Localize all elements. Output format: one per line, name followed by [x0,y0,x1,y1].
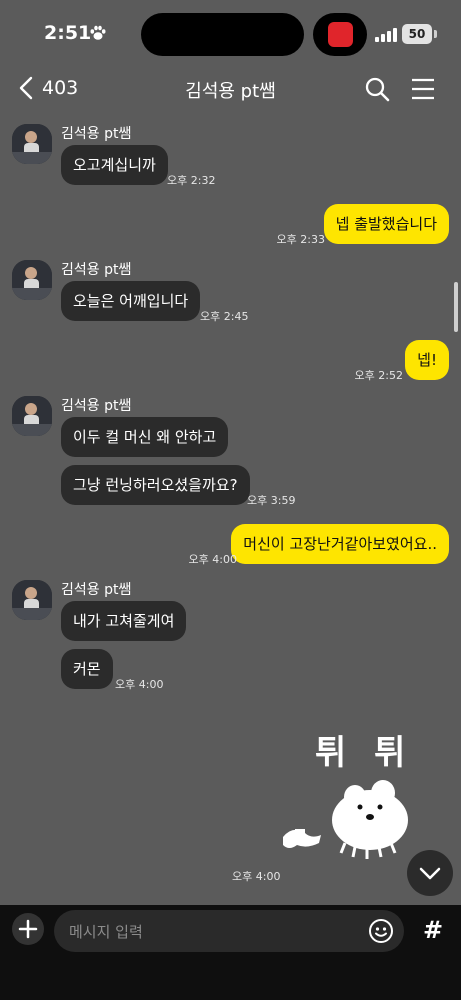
avatar-photo [12,580,52,620]
message-input-placeholder: 메시지 입력 [69,923,143,941]
message-timestamp: 오후 2:45 [200,310,249,323]
back-count[interactable]: 403 [42,77,78,99]
scrollbar[interactable] [454,282,458,332]
message-timestamp: 오후 4:00 [232,870,281,883]
sender-name: 김석용 pt쌤 [61,398,132,414]
avatar-photo [12,124,52,164]
message-bubble-incoming[interactable]: 오늘은 어깨입니다 [61,281,201,321]
emoji-icon[interactable] [368,918,394,944]
message-bubble-incoming[interactable]: 이두 컬 머신 왜 안하고 [61,417,229,457]
status-bar: 2:51 50 [0,0,461,68]
signal-icon [375,28,397,42]
message-bubble-incoming[interactable]: 내가 고쳐줄게여 [61,601,187,641]
sticker-message[interactable]: 튀 튀 [275,725,425,865]
plus-button[interactable] [12,913,44,945]
message-timestamp: 오후 3:59 [247,494,296,507]
search-icon[interactable] [364,76,390,102]
message-bubble-incoming[interactable]: 오고계십니까 [61,145,168,185]
status-time: 2:51 [44,22,92,44]
chevron-left-icon[interactable] [16,76,38,100]
screen-recording-indicator [313,13,367,56]
dynamic-island [141,13,304,56]
message-input[interactable]: 메시지 입력 [54,910,404,952]
avatar[interactable] [12,580,52,620]
sender-name: 김석용 pt쌤 [61,262,132,278]
message-timestamp: 오후 2:52 [354,369,403,382]
battery-tip [434,30,437,38]
avatar-photo [12,396,52,436]
message-bubble-incoming[interactable]: 그냥 런닝하러오셨을까요? [61,465,250,505]
avatar[interactable] [12,260,52,300]
chat-header: 김석용 pt쌤 403 [0,68,461,110]
sender-name: 김석용 pt쌤 [61,126,132,142]
hamburger-menu-icon[interactable] [411,78,435,100]
message-timestamp: 오후 2:33 [276,233,325,246]
avatar[interactable] [12,396,52,436]
message-timestamp: 오후 2:32 [167,174,216,187]
message-bubble-outgoing[interactable]: 머신이 고장난거같아보였어요.. [231,524,449,564]
message-timestamp: 오후 4:00 [115,678,164,691]
record-icon [328,22,353,47]
chevron-down-icon [419,867,441,880]
message-timestamp: 오후 4:00 [188,553,237,566]
message-bubble-incoming[interactable]: 커몬 [61,649,113,689]
avatar[interactable] [12,124,52,164]
plus-icon [18,919,38,939]
message-bubble-outgoing[interactable]: 넵! [405,340,449,380]
dog-sticker-image [283,780,408,859]
scroll-down-button[interactable] [407,850,453,896]
hash-icon[interactable]: # [416,913,450,947]
message-bubble-outgoing[interactable]: 넵 출발했습니다 [323,204,449,244]
battery-icon: 50 [402,24,432,44]
paw-icon [90,25,106,40]
avatar-photo [12,260,52,300]
sender-name: 김석용 pt쌤 [61,582,132,598]
